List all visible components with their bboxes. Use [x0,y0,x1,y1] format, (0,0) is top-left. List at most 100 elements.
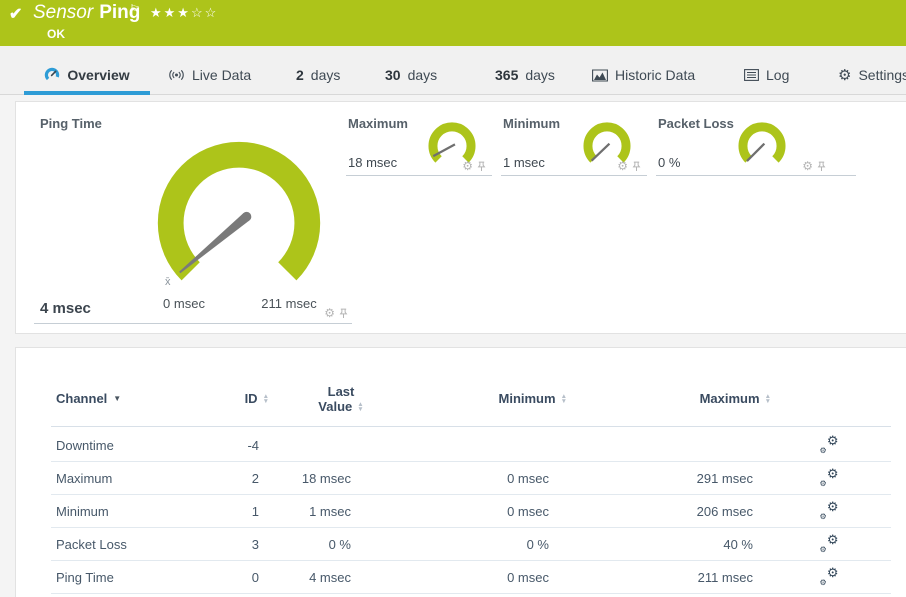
packet-loss-gauge-card: Packet Loss 0 % ⚙ [656,110,856,176]
tab-overview[interactable]: Overview [24,56,150,94]
priority-stars[interactable]: ★★★☆☆ [150,5,218,21]
cell-last-value: 4 msec [259,570,351,585]
table-row-maximum[interactable]: Maximum 2 18 msec 0 msec 291 msec ⚙⚙ [51,462,891,495]
cell-maximum: 206 msec [549,504,753,519]
sensor-status-header: ✔ SensorPing ⚐ ★★★☆☆ OK [0,0,906,46]
header-label: Maximum [700,391,760,406]
gauge-title: Packet Loss [658,116,734,131]
cell-maximum: 291 msec [549,471,753,486]
tab-label: days [408,67,438,83]
gear-icon[interactable]: ⚙ [617,160,628,172]
channel-rows: Downtime -4 ⚙⚙ Maximum 2 18 msec 0 msec … [51,429,891,594]
gauge-current-value: 1 msec [503,155,545,170]
channel-settings-icon[interactable]: ⚙⚙ [820,437,839,454]
column-header-maximum[interactable]: Maximum ▲▼ [671,391,771,406]
cell-last-value: 18 msec [259,471,351,486]
cell-id: 3 [204,537,259,552]
gear-icon[interactable]: ⚙ [802,160,813,172]
sort-arrows-icon: ▲▼ [561,394,567,404]
channel-settings-icon[interactable]: ⚙⚙ [820,536,839,553]
tab-2-days[interactable]: 2 days [296,56,340,94]
sort-caret-icon: ▼ [113,394,121,403]
gauge-title: Ping Time [40,116,102,131]
tab-label: Historic Data [615,67,695,83]
tab-365-days[interactable]: 365 days [495,56,555,94]
gauge-current-value: 18 msec [348,155,397,170]
channel-settings-icon[interactable]: ⚙⚙ [820,569,839,586]
status-check-icon: ✔ [9,4,22,24]
gauges-panel: Ping Time x̄ 0 msec 211 msec 4 msec ⚙ Ma… [15,101,906,334]
cell-minimum: 0 msec [351,471,549,486]
cell-last-value: 1 msec [259,504,351,519]
prtg-sensor-page: ✔ SensorPing ⚐ ★★★☆☆ OK Overview Live Da… [0,0,906,597]
tab-bar: Overview Live Data 2 days 30 days 365 da… [0,46,906,95]
channels-table-panel: Channel ▼ ID ▲▼ Last Value ▲▼ Minimum ▲▼… [15,347,906,597]
gauge-icon [44,67,60,83]
sort-arrows-icon: ▲▼ [357,402,363,412]
cell-channel: Packet Loss [51,537,204,552]
gauge-title: Minimum [503,116,560,131]
table-row-minimum[interactable]: Minimum 1 1 msec 0 msec 206 msec ⚙⚙ [51,495,891,528]
cell-channel: Ping Time [51,570,204,585]
cell-channel: Downtime [51,438,204,453]
gauge-min-label: 0 msec [154,296,214,311]
packet-loss-gauge [734,118,790,174]
gauge-current-value: 4 msec [40,300,91,317]
header-label: Last [328,384,355,399]
sort-arrows-icon: ▲▼ [765,394,771,404]
tab-live-data[interactable]: Live Data [168,56,251,94]
active-tab-underline [24,91,150,95]
cell-maximum: 211 msec [549,570,753,585]
tab-historic-data[interactable]: Historic Data [592,56,695,94]
tab-number: 2 [296,67,304,83]
flag-icon[interactable]: ⚐ [129,2,141,18]
status-badge: OK [47,27,65,41]
column-header-id[interactable]: ID ▲▼ [196,391,269,406]
sensor-type-label: Sensor [33,2,93,23]
header-label: ID [245,391,258,406]
tab-label: Live Data [192,67,251,83]
table-row-packet-loss[interactable]: Packet Loss 3 0 % 0 % 40 % ⚙⚙ [51,528,891,561]
table-row-downtime[interactable]: Downtime -4 ⚙⚙ [51,429,891,462]
pin-icon[interactable] [632,161,641,172]
gear-icon[interactable]: ⚙ [324,307,335,319]
gear-icon: ⚙ [838,68,851,83]
cell-minimum: 0 msec [351,504,549,519]
pin-icon[interactable] [817,161,826,172]
tab-settings[interactable]: ⚙ Settings [838,56,906,94]
maximum-gauge-card: Maximum 18 msec ⚙ [346,110,492,176]
channel-settings-icon[interactable]: ⚙⚙ [820,503,839,520]
column-header-last-value[interactable]: Last Value ▲▼ [301,384,381,414]
card-actions: ⚙ [802,160,826,172]
broadcast-icon [168,69,185,81]
header-label: Minimum [499,391,556,406]
column-header-channel[interactable]: Channel ▼ [56,391,121,406]
tab-number: 30 [385,67,401,83]
gauge-max-label: 211 msec [259,296,319,311]
tab-30-days[interactable]: 30 days [385,56,437,94]
minimum-gauge-card: Minimum 1 msec ⚙ [501,110,647,176]
cell-maximum: 40 % [549,537,753,552]
gauge-title: Maximum [348,116,408,131]
tab-log[interactable]: Log [744,56,789,94]
tab-number: 365 [495,67,518,83]
pin-icon[interactable] [477,161,486,172]
cell-id: -4 [204,438,259,453]
tab-label: days [525,67,555,83]
pin-icon[interactable] [339,308,348,319]
cell-id: 1 [204,504,259,519]
cell-id: 2 [204,471,259,486]
tab-label: Overview [67,67,129,83]
cell-channel: Maximum [51,471,204,486]
cell-id: 0 [204,570,259,585]
sort-arrows-icon: ▲▼ [263,394,269,404]
card-actions: ⚙ [617,160,641,172]
gear-icon[interactable]: ⚙ [462,160,473,172]
page-title: SensorPing [33,2,140,24]
table-row-ping-time[interactable]: Ping Time 0 4 msec 0 msec 211 msec ⚙⚙ [51,561,891,594]
cell-channel: Minimum [51,504,204,519]
column-header-minimum[interactable]: Minimum ▲▼ [467,391,567,406]
table-header-divider [51,426,891,427]
cell-minimum: 0 % [351,537,549,552]
channel-settings-icon[interactable]: ⚙⚙ [820,470,839,487]
